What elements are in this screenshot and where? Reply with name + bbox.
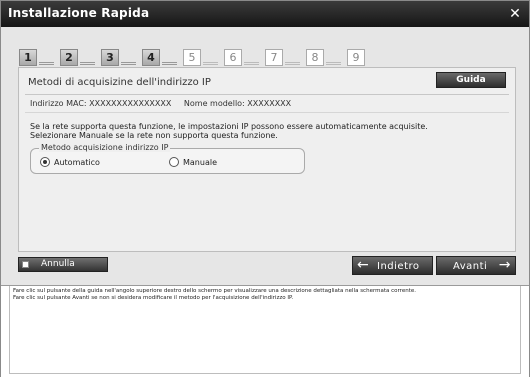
radio-label: Manuale bbox=[183, 157, 217, 167]
step-number: 3 bbox=[101, 49, 119, 66]
help-area: Fare clic sul pulsante della guida nell'… bbox=[1, 285, 529, 377]
next-label: Avanti bbox=[453, 261, 488, 272]
panel-heading: Metodi di acquisizine dell'indirizzo IP bbox=[28, 77, 211, 88]
step-number: 8 bbox=[306, 49, 324, 66]
checkbox-icon bbox=[22, 261, 29, 268]
ip-method-group: Metodo acquisizione indirizzo IP Automat… bbox=[30, 143, 305, 174]
help-button[interactable]: Guida bbox=[436, 72, 506, 88]
arrow-left-icon: ← bbox=[357, 257, 370, 273]
group-label: Metodo acquisizione indirizzo IP bbox=[39, 143, 171, 152]
description-line: Se la rete supporta questa funzione, le … bbox=[30, 122, 428, 131]
radio-unselected-icon bbox=[169, 157, 179, 167]
radio-label: Automatico bbox=[54, 157, 100, 167]
step-7: 7 bbox=[265, 49, 300, 66]
back-button[interactable]: ← Indietro bbox=[352, 256, 433, 275]
mac-address: Indirizzo MAC: XXXXXXXXXXXXXXX bbox=[30, 99, 172, 108]
step-dots bbox=[121, 62, 136, 65]
step-9: 9 bbox=[347, 49, 365, 66]
next-button[interactable]: Avanti → bbox=[436, 256, 516, 275]
step-indicator: 1 2 3 4 5 6 7 8 9 bbox=[19, 46, 371, 66]
description-line: Selezionare Manuale se la rete non suppo… bbox=[30, 131, 278, 140]
step-dots bbox=[326, 62, 341, 65]
step-dots bbox=[80, 62, 95, 65]
description: Se la rete supporta questa funzione, le … bbox=[30, 122, 428, 140]
radio-automatic[interactable]: Automatico bbox=[40, 157, 100, 167]
step-6: 6 bbox=[224, 49, 259, 66]
step-number: 6 bbox=[224, 49, 242, 66]
step-1: 1 bbox=[19, 49, 54, 66]
step-dots bbox=[203, 62, 218, 65]
title-bar: Installazione Rapida ✕ bbox=[1, 1, 529, 27]
step-number: 9 bbox=[347, 49, 365, 66]
arrow-right-icon: → bbox=[498, 257, 511, 273]
step-2: 2 bbox=[60, 49, 95, 66]
step-3: 3 bbox=[101, 49, 136, 66]
step-number: 2 bbox=[60, 49, 78, 66]
help-line: Fare clic sul pulsante della guida nell'… bbox=[13, 288, 416, 294]
help-line: Fare clic sul pulsante Avanti se non si … bbox=[13, 295, 294, 301]
help-text-box: Fare clic sul pulsante della guida nell'… bbox=[9, 286, 521, 374]
ip-method-panel: Metodi di acquisizine dell'indirizzo IP … bbox=[18, 67, 516, 252]
close-icon[interactable]: ✕ bbox=[507, 6, 523, 22]
model-name: Nome modello: XXXXXXXX bbox=[183, 99, 292, 108]
quick-setup-window: Installazione Rapida ✕ 1 2 3 4 5 6 7 8 9… bbox=[0, 0, 530, 377]
divider bbox=[25, 94, 509, 95]
step-number: 4 bbox=[142, 49, 160, 66]
divider bbox=[25, 112, 509, 113]
window-title: Installazione Rapida bbox=[8, 6, 150, 20]
radio-manual[interactable]: Manuale bbox=[169, 157, 217, 167]
step-number: 1 bbox=[19, 49, 37, 66]
cancel-label: Annulla bbox=[41, 259, 75, 269]
step-dots bbox=[285, 62, 300, 65]
step-5: 5 bbox=[183, 49, 218, 66]
step-8: 8 bbox=[306, 49, 341, 66]
step-dots bbox=[39, 62, 54, 65]
navigation-toolbar: Annulla ← Indietro Avanti → bbox=[18, 253, 516, 279]
cancel-button[interactable]: Annulla bbox=[18, 257, 108, 272]
step-number: 7 bbox=[265, 49, 283, 66]
step-4: 4 bbox=[142, 49, 177, 66]
step-dots bbox=[162, 62, 177, 65]
step-number: 5 bbox=[183, 49, 201, 66]
back-label: Indietro bbox=[377, 261, 420, 272]
step-dots bbox=[244, 62, 259, 65]
device-info: Indirizzo MAC: XXXXXXXXXXXXXXX Nome mode… bbox=[30, 99, 301, 108]
radio-selected-icon bbox=[40, 157, 50, 167]
